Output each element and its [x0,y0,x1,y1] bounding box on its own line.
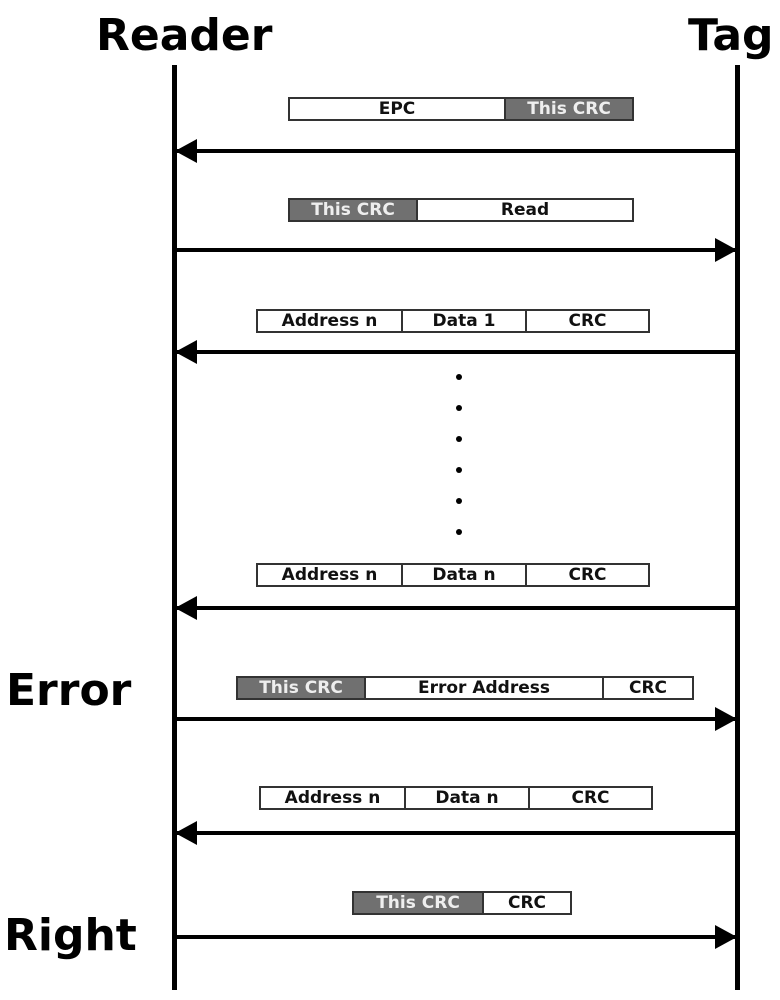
packet-field: This CRC [238,678,366,698]
arrow-reader-to-tag [177,925,737,949]
arrow-tag-to-reader [175,340,735,364]
error-label: Error [6,665,132,716]
packet-field: Data 1 [403,311,527,331]
packet-field: EPC [290,99,506,119]
packet-field: Address n [258,565,403,585]
arrow-tag-to-reader [175,139,735,163]
tag-label: Tag [688,10,774,61]
packet-field: Data n [403,565,527,585]
arrow-reader-to-tag [177,238,737,262]
packet-field: CRC [568,565,607,585]
packet-field: This CRC [354,893,484,913]
packet-field: CRC [628,678,668,698]
packet-field: Error Address [366,678,604,698]
message-packet: This CRC CRC [352,891,572,915]
packet-field: CRC [568,311,607,331]
ellipsis-dot [456,374,462,380]
ellipsis-dot [456,405,462,411]
reader-lifeline [172,65,177,990]
ellipsis-dot [456,436,462,442]
arrow-reader-to-tag [177,707,737,731]
packet-field: Address n [258,311,403,331]
right-label: Right [4,910,137,961]
packet-field: This CRC [290,200,418,220]
message-packet: This CRC Read [288,198,634,222]
packet-field: This CRC [506,99,632,119]
tag-lifeline [735,65,740,990]
message-packet: Address n Data 1 CRC [256,309,650,333]
ellipsis-dot [456,529,462,535]
packet-field: CRC [507,893,547,913]
arrow-tag-to-reader [175,821,735,845]
packet-field: Data n [406,788,530,808]
message-packet: EPC This CRC [288,97,634,121]
arrow-tag-to-reader [175,596,735,620]
reader-label: Reader [96,10,273,61]
packet-field: CRC [571,788,610,808]
message-packet: This CRC Error Address CRC [236,676,694,700]
ellipsis-dot [456,498,462,504]
message-packet: Address n Data n CRC [256,563,650,587]
packet-field: Address n [261,788,406,808]
message-packet: Address n Data n CRC [259,786,653,810]
ellipsis-dot [456,467,462,473]
packet-field: Read [500,200,550,220]
